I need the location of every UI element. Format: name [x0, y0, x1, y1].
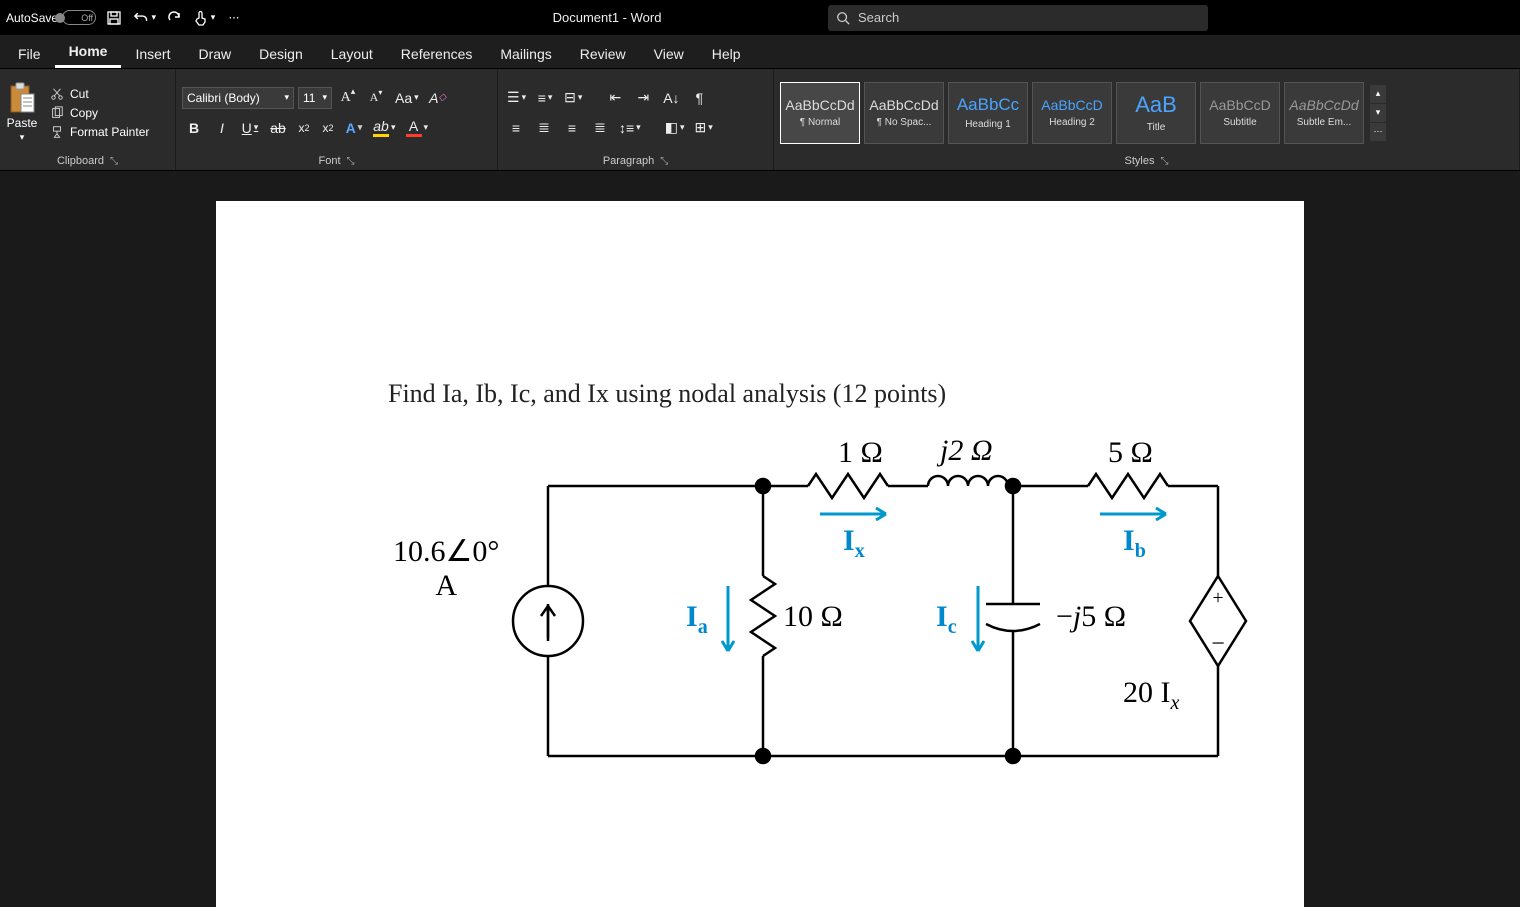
show-marks-button[interactable]: ¶	[687, 86, 711, 110]
group-paragraph: ☰▾ ≡▾ ⊟▾ ⇤ ⇥ A↓ ¶ ≡ ≣ ≡ ≣ ↕≡▾ ◧▾	[498, 69, 774, 170]
clipboard-launcher-icon[interactable]: ⤡	[110, 156, 118, 167]
font-launcher-icon[interactable]: ⤡	[347, 156, 355, 167]
ib-label: Ib	[1123, 524, 1146, 563]
cut-button[interactable]: Cut	[46, 86, 153, 102]
tab-help[interactable]: Help	[698, 40, 755, 68]
style-subtle-emphasis[interactable]: AaBbCcDdSubtle Em...	[1284, 82, 1364, 144]
styles-scroll[interactable]: ▴▾⋯	[1370, 85, 1386, 141]
grow-font-button[interactable]: A▴	[336, 86, 360, 110]
shrink-font-button[interactable]: A▾	[364, 86, 388, 110]
tab-view[interactable]: View	[640, 40, 698, 68]
tab-insert[interactable]: Insert	[121, 40, 184, 68]
ribbon: Paste ▾ Cut Copy Format Painter Clipboar…	[0, 69, 1520, 171]
strikethrough-button[interactable]: ab	[266, 116, 290, 140]
decrease-indent-button[interactable]: ⇤	[603, 86, 627, 110]
redo-icon[interactable]	[162, 6, 186, 30]
borders-button[interactable]: ⊞▾	[691, 116, 715, 140]
autosave-toggle[interactable]: AutoSave Off	[6, 10, 96, 25]
source-label: 10.6∠0° A	[393, 534, 499, 603]
style-title[interactable]: AaBTitle	[1116, 82, 1196, 144]
increase-indent-button[interactable]: ⇥	[631, 86, 655, 110]
ix-label: Ix	[843, 524, 865, 563]
styles-launcher-icon[interactable]: ⤡	[1160, 156, 1168, 167]
align-left-button[interactable]: ≡	[504, 116, 528, 140]
subscript-button[interactable]: x2	[294, 116, 314, 140]
text-effects-button[interactable]: A▾	[342, 116, 366, 140]
paragraph-launcher-icon[interactable]: ⤡	[660, 156, 668, 167]
tab-file[interactable]: File	[4, 40, 55, 68]
undo-icon[interactable]: ▾	[132, 6, 156, 30]
l1-label: j2 Ω	[940, 434, 993, 468]
shading-button[interactable]: ◧▾	[662, 116, 688, 140]
tab-design[interactable]: Design	[245, 40, 317, 68]
tab-draw[interactable]: Draw	[184, 40, 245, 68]
tab-mailings[interactable]: Mailings	[486, 40, 565, 68]
copy-icon	[50, 106, 64, 120]
align-right-button[interactable]: ≡	[560, 116, 584, 140]
underline-button[interactable]: U▾	[238, 116, 262, 140]
font-color-button[interactable]: A▾	[403, 116, 432, 140]
r5-label: 5 Ω	[1108, 436, 1153, 470]
styles-group-label: Styles	[1125, 155, 1155, 167]
paste-button[interactable]: Paste ▾	[6, 82, 38, 143]
touch-mode-icon[interactable]: ▾	[192, 6, 216, 30]
format-painter-button[interactable]: Format Painter	[46, 124, 153, 140]
format-painter-icon	[50, 125, 64, 139]
search-input[interactable]: Search	[828, 5, 1208, 31]
svg-text:+: +	[1212, 587, 1223, 609]
document-title: Document1 - Word	[392, 10, 822, 25]
copy-button[interactable]: Copy	[46, 105, 153, 121]
ia-label: Ia	[686, 600, 708, 639]
circuit-diagram: + − 10.6∠0° A 1	[388, 426, 1248, 806]
style-heading-2[interactable]: AaBbCcDHeading 2	[1032, 82, 1112, 144]
ic-label: Ic	[936, 600, 957, 639]
superscript-button[interactable]: x2	[318, 116, 338, 140]
paragraph-group-label: Paragraph	[603, 155, 654, 167]
document-workspace: Find Ia, Ib, Ic, and Ix using nodal anal…	[0, 171, 1520, 907]
cut-icon	[50, 87, 64, 101]
group-font: Calibri (Body)▾ 11▾ A▴ A▾ Aa▾ A◇ B I U▾ …	[176, 69, 498, 170]
align-center-button[interactable]: ≣	[532, 116, 556, 140]
style-no-spacing[interactable]: AaBbCcDd¶ No Spac...	[864, 82, 944, 144]
clipboard-group-label: Clipboard	[57, 155, 104, 167]
document-page[interactable]: Find Ia, Ib, Ic, and Ix using nodal anal…	[216, 201, 1304, 907]
save-icon[interactable]	[102, 6, 126, 30]
bullets-button[interactable]: ☰▾	[504, 86, 529, 110]
r1-label: 1 Ω	[838, 436, 883, 470]
font-size-select[interactable]: 11▾	[298, 87, 332, 109]
tab-review[interactable]: Review	[566, 40, 640, 68]
group-clipboard: Paste ▾ Cut Copy Format Painter Clipboar…	[0, 69, 176, 170]
style-normal[interactable]: AaBbCcDd¶ Normal	[780, 82, 860, 144]
problem-text: Find Ia, Ib, Ic, and Ix using nodal anal…	[388, 379, 946, 409]
style-subtitle[interactable]: AaBbCcDSubtitle	[1200, 82, 1280, 144]
search-icon	[836, 11, 850, 25]
vdep-label: 20 Ix	[1123, 676, 1179, 715]
justify-button[interactable]: ≣	[588, 116, 612, 140]
highlight-button[interactable]: ab▾	[370, 116, 399, 140]
italic-button[interactable]: I	[210, 116, 234, 140]
font-name-select[interactable]: Calibri (Body)▾	[182, 87, 294, 109]
bold-button[interactable]: B	[182, 116, 206, 140]
numbering-button[interactable]: ≡▾	[533, 86, 557, 110]
svg-text:−: −	[1211, 631, 1225, 657]
tab-references[interactable]: References	[387, 40, 487, 68]
font-group-label: Font	[318, 155, 340, 167]
clear-formatting-button[interactable]: A◇	[426, 86, 450, 110]
tab-home[interactable]: Home	[55, 37, 122, 68]
group-styles: AaBbCcDd¶ Normal AaBbCcDd¶ No Spac... Aa…	[774, 69, 1520, 170]
customize-qat-icon[interactable]: ⋯	[222, 6, 246, 30]
line-spacing-button[interactable]: ↕≡▾	[616, 116, 644, 140]
cap-label: −j5 Ω	[1056, 600, 1126, 634]
multilevel-button[interactable]: ⊟▾	[561, 86, 585, 110]
title-bar: AutoSave Off ▾ ▾ ⋯ Document1 - Word Sear…	[0, 0, 1520, 35]
sort-button[interactable]: A↓	[659, 86, 683, 110]
r10-label: 10 Ω	[783, 600, 843, 634]
change-case-button[interactable]: Aa▾	[392, 86, 422, 110]
style-heading-1[interactable]: AaBbCcHeading 1	[948, 82, 1028, 144]
tab-layout[interactable]: Layout	[317, 40, 387, 68]
ribbon-tabs: File Home Insert Draw Design Layout Refe…	[0, 35, 1520, 69]
